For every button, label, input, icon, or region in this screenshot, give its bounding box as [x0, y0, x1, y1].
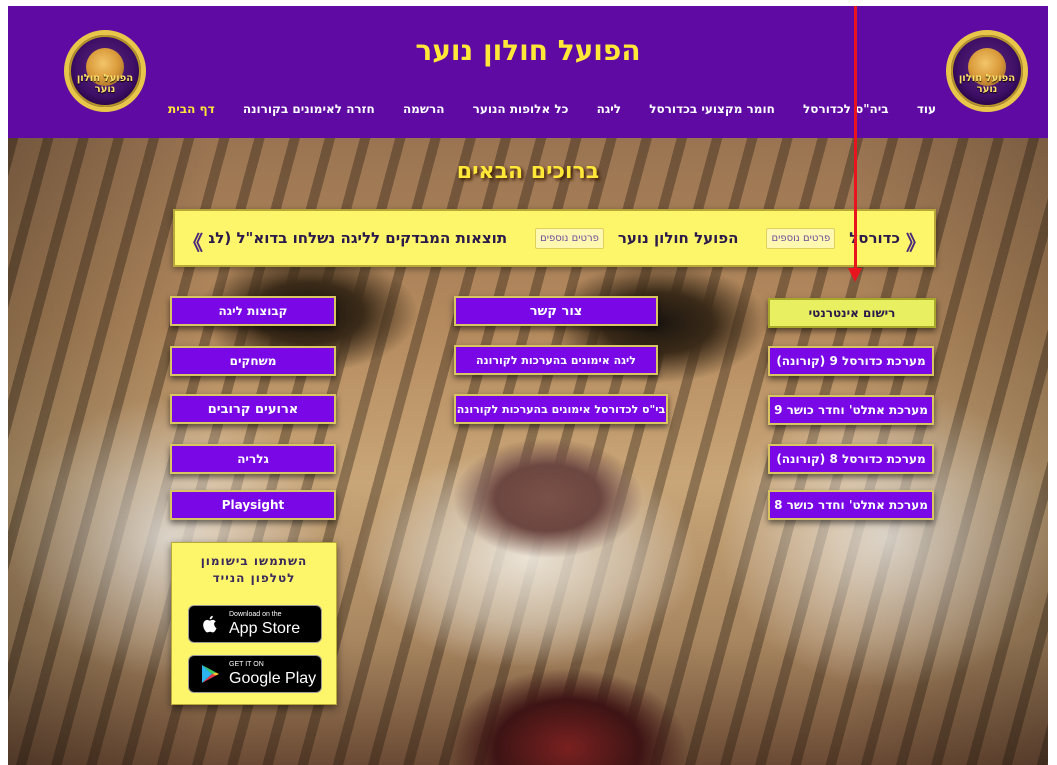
nav-registration[interactable]: הרשמה [403, 102, 445, 116]
ticker-more-button[interactable]: פרטים נוספים [766, 227, 836, 249]
athletics-gym-schedule-8-button[interactable]: מערכת אתלט' וחדר כושר 8 [768, 490, 934, 520]
ticker-track: כדורסל פרטים נוספים הפועל חולון נוער פרט… [209, 211, 900, 265]
nav-league[interactable]: ליגה [597, 102, 621, 116]
google-play-badge[interactable]: GET IT ON Google Play [188, 655, 322, 693]
annotation-arrow-line [854, 6, 857, 270]
apple-badge-small-text: Download on the [229, 611, 282, 618]
club-logo-right[interactable]: הפועל חולון נוער [946, 30, 1028, 112]
welcome-title: ברוכים הבאים [456, 159, 600, 184]
nav-return-training[interactable]: חזרה לאימונים בקורונה [243, 102, 375, 116]
nav-youth-champions[interactable]: כל אלופות הנוער [473, 102, 569, 116]
logo-text: הפועל חולון נוער [76, 73, 134, 95]
games-button[interactable]: משחקים [170, 346, 336, 376]
site-header: הפועל חולון נוער הפועל חולון נוער הפועל … [8, 6, 1048, 138]
school-training-corona-button[interactable]: בי"ס לכדורסל אימונים בהערכות לקורונה [454, 394, 668, 424]
google-play-icon [202, 665, 219, 683]
playsight-button[interactable]: Playsight [170, 490, 336, 520]
ticker-item-text[interactable]: תוצאות המבדקים לליגה נשלחו בדוא"ל (לבז [209, 229, 507, 247]
mobile-app-box: השתמשו בישומון לטלפון הנייד Download on … [171, 542, 337, 705]
ticker-more-button[interactable]: פרטים נוספים [535, 227, 604, 249]
ticker-item-text[interactable]: הפועל חולון נוער [618, 229, 739, 247]
online-registration-button[interactable]: רישום אינטרנטי [768, 298, 936, 328]
app-title-line2: לטלפון הנייד [212, 571, 296, 585]
nav-basketball-school[interactable]: ביה"ס לכדורסל [803, 102, 889, 116]
app-store-badge[interactable]: Download on the App Store [188, 605, 322, 643]
logo-text: הפועל חולון נוער [958, 73, 1016, 95]
apple-icon [203, 615, 217, 633]
contact-button[interactable]: צור קשר [454, 296, 658, 326]
annotation-arrow-head-icon [848, 268, 862, 282]
app-box-title: השתמשו בישומון לטלפון הנייד [172, 553, 336, 587]
main-nav: דף הבית חזרה לאימונים בקורונה הרשמה כל א… [168, 99, 936, 119]
basketball-schedule-8-button[interactable]: מערכת כדורסל 8 (קורונה) [768, 444, 934, 474]
league-teams-button[interactable]: קבוצות ליגה [170, 296, 336, 326]
league-training-corona-button[interactable]: ליגה אימונים בהערכות לקורונה [454, 345, 658, 375]
nav-professional-material[interactable]: חומר מקצועי בכדורסל [649, 102, 775, 116]
site-title: הפועל חולון נוער [415, 34, 641, 67]
page-frame: הפועל חולון נוער הפועל חולון נוער הפועל … [8, 6, 1048, 765]
ticker-prev-icon[interactable]: 《 [906, 227, 926, 256]
basketball-schedule-9-button[interactable]: מערכת כדורסל 9 (קורונה) [768, 346, 934, 376]
upcoming-events-button[interactable]: ארועים קרובים [170, 394, 336, 424]
app-title-line1: השתמשו בישומון [200, 554, 308, 568]
google-badge-big-text: Google Play [229, 670, 317, 687]
nav-home[interactable]: דף הבית [168, 102, 215, 116]
athletics-gym-schedule-9-button[interactable]: מערכת אתלט' וחדר כושר 9 [768, 395, 934, 425]
club-logo-left[interactable]: הפועל חולון נוער [64, 30, 146, 112]
news-ticker: 《 》 כדורסל פרטים נוספים הפועל חולון נוער… [173, 209, 936, 267]
ticker-next-icon[interactable]: 》 [183, 227, 203, 256]
google-badge-small-text: GET IT ON [229, 661, 264, 668]
nav-more[interactable]: עוד [917, 102, 936, 116]
gallery-button[interactable]: גלריה [170, 444, 336, 474]
apple-badge-big-text: App Store [229, 620, 301, 637]
